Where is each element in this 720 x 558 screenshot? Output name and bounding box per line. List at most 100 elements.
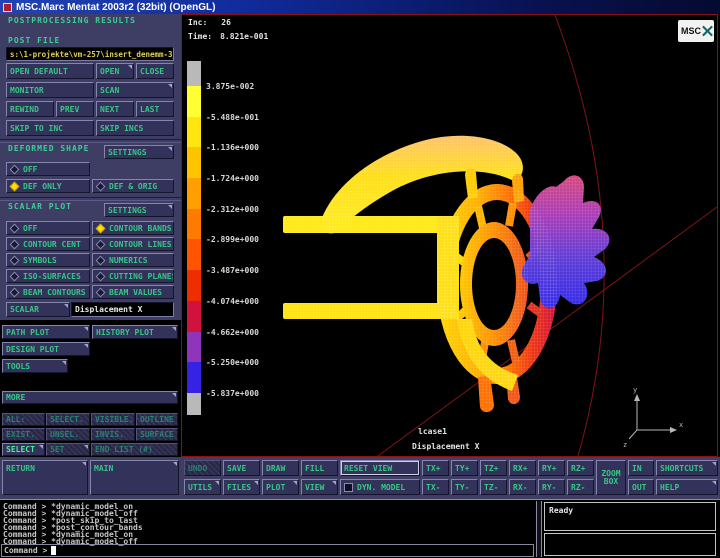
scalar-value-field[interactable]: Displacement X xyxy=(71,302,174,317)
history-plot-button[interactable]: HISTORY PLOT xyxy=(92,325,178,339)
main-button[interactable]: MAIN xyxy=(90,460,179,495)
end-list-button[interactable]: END LIST (#) xyxy=(91,443,178,456)
contour-cent-radio[interactable]: CONTOUR CENT xyxy=(6,237,90,251)
tx-plus-button[interactable]: TX+ xyxy=(422,460,449,476)
model-viewport[interactable]: y x z xyxy=(181,14,718,457)
zoom-box-button[interactable]: ZOOM BOX xyxy=(596,460,626,495)
legend-label: -5.837e+000 xyxy=(206,389,259,398)
contour-lines-radio[interactable]: CONTOUR LINES xyxy=(92,237,174,251)
zoom-out-button[interactable]: OUT xyxy=(628,479,654,495)
post-file-path-field[interactable]: s:\1-projekte\vm-257\insert_denemm-3_ xyxy=(6,47,174,61)
scan-button[interactable]: SCAN xyxy=(96,82,174,98)
beam-values-radio[interactable]: BEAM VALUES xyxy=(92,285,174,299)
status-box: Ready xyxy=(544,502,716,531)
all-button[interactable]: ALL: xyxy=(2,413,45,426)
numerics-radio[interactable]: NUMERICS xyxy=(92,253,174,267)
def-only-radio[interactable]: DEF ONLY xyxy=(6,179,90,193)
legend-cap-top xyxy=(187,61,201,86)
visible-button[interactable]: VISIBLE. xyxy=(91,413,135,426)
rx-plus-button[interactable]: RX+ xyxy=(509,460,536,476)
shortcuts-button[interactable]: SHORTCUTS xyxy=(656,460,718,476)
next-button[interactable]: NEXT xyxy=(96,101,134,117)
open-button[interactable]: OPEN xyxy=(96,63,134,79)
legend-band xyxy=(187,86,201,117)
help-button[interactable]: HELP xyxy=(656,479,718,495)
save-button[interactable]: SAVE xyxy=(223,460,260,476)
deformed-off-radio[interactable]: OFF xyxy=(6,162,90,176)
ry-minus-button[interactable]: RY- xyxy=(538,479,565,495)
beam-contours-radio[interactable]: BEAM CONTOURS xyxy=(6,285,90,299)
model-canvas-svg: y x z xyxy=(182,15,717,456)
console-scrollbar[interactable] xyxy=(536,501,542,557)
result-name-label: Displacement X xyxy=(412,442,479,451)
zoom-in-button[interactable]: IN xyxy=(628,460,654,476)
draw-button[interactable]: DRAW xyxy=(262,460,299,476)
path-plot-button[interactable]: PATH PLOT xyxy=(2,325,90,339)
design-plot-button[interactable]: DESIGN PLOT xyxy=(2,342,90,356)
ty-minus-button[interactable]: TY- xyxy=(451,479,478,495)
utils-button[interactable]: UTILS xyxy=(184,479,221,495)
radio-diamond-icon xyxy=(10,271,20,281)
monitor-button[interactable]: MONITOR xyxy=(6,82,94,98)
legend-label: 3.875e-002 xyxy=(206,82,254,91)
tz-plus-button[interactable]: TZ+ xyxy=(480,460,507,476)
skip-incs-button[interactable]: SKIP INCS xyxy=(96,120,174,136)
return-button[interactable]: RETURN xyxy=(2,460,88,495)
time-value: 8.821e-001 xyxy=(220,32,268,41)
select-dim-button[interactable]: SELECT. xyxy=(46,413,90,426)
legend-label: -4.074e+000 xyxy=(206,297,259,306)
scalar-off-radio[interactable]: OFF xyxy=(6,221,90,235)
last-button[interactable]: LAST xyxy=(136,101,174,117)
legend-band xyxy=(187,270,201,301)
outline-button[interactable]: OUTLINE xyxy=(136,413,178,426)
tx-minus-button[interactable]: TX- xyxy=(422,479,449,495)
skip-to-inc-button[interactable]: SKIP TO INC xyxy=(6,120,94,136)
panel-header: POSTPROCESSING RESULTS xyxy=(8,16,136,25)
set-button[interactable]: SET xyxy=(46,443,90,456)
exist-button[interactable]: EXIST. xyxy=(2,428,45,441)
cutting-planes-radio[interactable]: CUTTING PLANES xyxy=(92,269,174,283)
undo-button[interactable]: UNDO xyxy=(184,460,221,476)
close-button[interactable]: CLOSE xyxy=(136,63,174,79)
tools-button[interactable]: TOOLS xyxy=(2,359,68,373)
invis-button[interactable]: INVIS. xyxy=(91,428,135,441)
contour-lines-label: CONTOUR LINES xyxy=(109,240,172,249)
dyn-model-toggle[interactable]: DYN. MODEL xyxy=(340,479,420,495)
prev-button[interactable]: PREV xyxy=(56,101,94,117)
dyn-model-label: DYN. MODEL xyxy=(357,483,405,492)
reset-view-button[interactable]: RESET VIEW xyxy=(340,460,420,476)
command-input[interactable]: Command > xyxy=(1,544,534,557)
unsel-button[interactable]: UNSEL. xyxy=(46,428,90,441)
deformed-shape-settings-button[interactable]: SETTINGS xyxy=(104,145,174,159)
more-button[interactable]: MORE xyxy=(2,391,178,404)
increment-readout: Inc:26 xyxy=(188,18,231,27)
tz-minus-button[interactable]: TZ- xyxy=(480,479,507,495)
fill-button[interactable]: FILL xyxy=(301,460,338,476)
open-default-button[interactable]: OPEN DEFAULT xyxy=(6,63,94,79)
def-and-orig-radio[interactable]: DEF & ORIG xyxy=(92,179,174,193)
iso-surfaces-label: ISO-SURFACES xyxy=(23,272,81,281)
fem-model xyxy=(283,136,609,412)
legend-band xyxy=(187,301,201,332)
scalar-button[interactable]: SCALAR xyxy=(6,302,70,317)
contour-bands-radio[interactable]: CONTOUR BANDS xyxy=(92,221,174,235)
rx-minus-button[interactable]: RX- xyxy=(509,479,536,495)
rz-plus-button[interactable]: RZ+ xyxy=(567,460,594,476)
surface-button[interactable]: SURFACE xyxy=(136,428,178,441)
select-button[interactable]: SELECT xyxy=(2,443,45,456)
scalar-plot-settings-button[interactable]: SETTINGS xyxy=(104,203,174,217)
section-divider xyxy=(0,139,181,143)
view-button[interactable]: VIEW xyxy=(301,479,338,495)
plot-button[interactable]: PLOT xyxy=(262,479,299,495)
files-button[interactable]: FILES xyxy=(223,479,260,495)
symbols-radio[interactable]: SYMBOLS xyxy=(6,253,90,267)
numerics-label: NUMERICS xyxy=(109,256,148,265)
rz-minus-button[interactable]: RZ- xyxy=(567,479,594,495)
msc-logo-x-icon xyxy=(701,23,714,39)
time-label: Time: xyxy=(188,32,212,41)
iso-surfaces-radio[interactable]: ISO-SURFACES xyxy=(6,269,90,283)
dyn-model-checkbox[interactable] xyxy=(344,483,353,492)
ry-plus-button[interactable]: RY+ xyxy=(538,460,565,476)
ty-plus-button[interactable]: TY+ xyxy=(451,460,478,476)
rewind-button[interactable]: REWIND xyxy=(6,101,54,117)
